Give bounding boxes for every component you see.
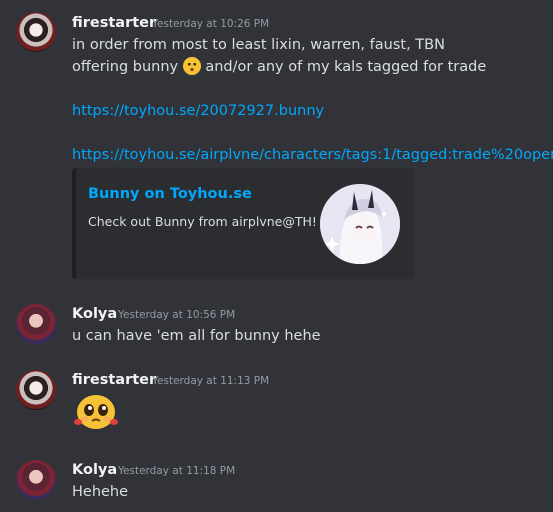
link-embed: Bunny on Toyhou.se Check out Bunny from … bbox=[72, 168, 414, 279]
chat-log: firestarter Yesterday at 10:26 PM in ord… bbox=[0, 0, 553, 512]
avatar-kolya[interactable] bbox=[16, 304, 56, 344]
embed-title[interactable]: Bunny on Toyhou.se bbox=[88, 184, 252, 204]
message-text: in order from most to least lixin, warre… bbox=[72, 37, 445, 53]
pleading-face-emoji-icon[interactable] bbox=[72, 392, 120, 432]
message-text: Hehehe bbox=[72, 484, 129, 500]
timestamp: Yesterday at 11:18 PM bbox=[118, 465, 236, 477]
message-text-part: and/or any of my kals tagged for trade bbox=[205, 59, 487, 75]
toyhouse-link[interactable]: https://toyhou.se/20072927.bunny bbox=[72, 101, 324, 121]
message-text: offering bunny and/or any of my kals tag… bbox=[72, 57, 486, 77]
timestamp: Yesterday at 10:26 PM bbox=[152, 18, 270, 30]
avatar-kolya[interactable] bbox=[16, 460, 56, 500]
timestamp: Yesterday at 10:56 PM bbox=[118, 309, 236, 321]
toyhouse-tag-link[interactable]: https://toyhou.se/airplvne/characters/ta… bbox=[72, 145, 553, 165]
pleading-face-emoji-icon[interactable] bbox=[182, 57, 201, 75]
username-kolya[interactable]: Kolya bbox=[72, 461, 117, 479]
avatar-firestarter[interactable] bbox=[16, 12, 56, 52]
username-firestarter[interactable]: firestarter bbox=[72, 14, 156, 32]
message-text: u can have 'em all for bunny hehe bbox=[72, 328, 321, 344]
username-kolya[interactable]: Kolya bbox=[72, 305, 117, 323]
message-text-part: offering bunny bbox=[72, 59, 179, 75]
username-firestarter[interactable]: firestarter bbox=[72, 371, 156, 389]
embed-description: Check out Bunny from airplvne@TH! bbox=[88, 214, 317, 229]
timestamp: Yesterday at 11:13 PM bbox=[152, 375, 270, 387]
avatar-firestarter[interactable] bbox=[16, 370, 56, 410]
character-thumbnail-icon[interactable] bbox=[320, 184, 400, 264]
